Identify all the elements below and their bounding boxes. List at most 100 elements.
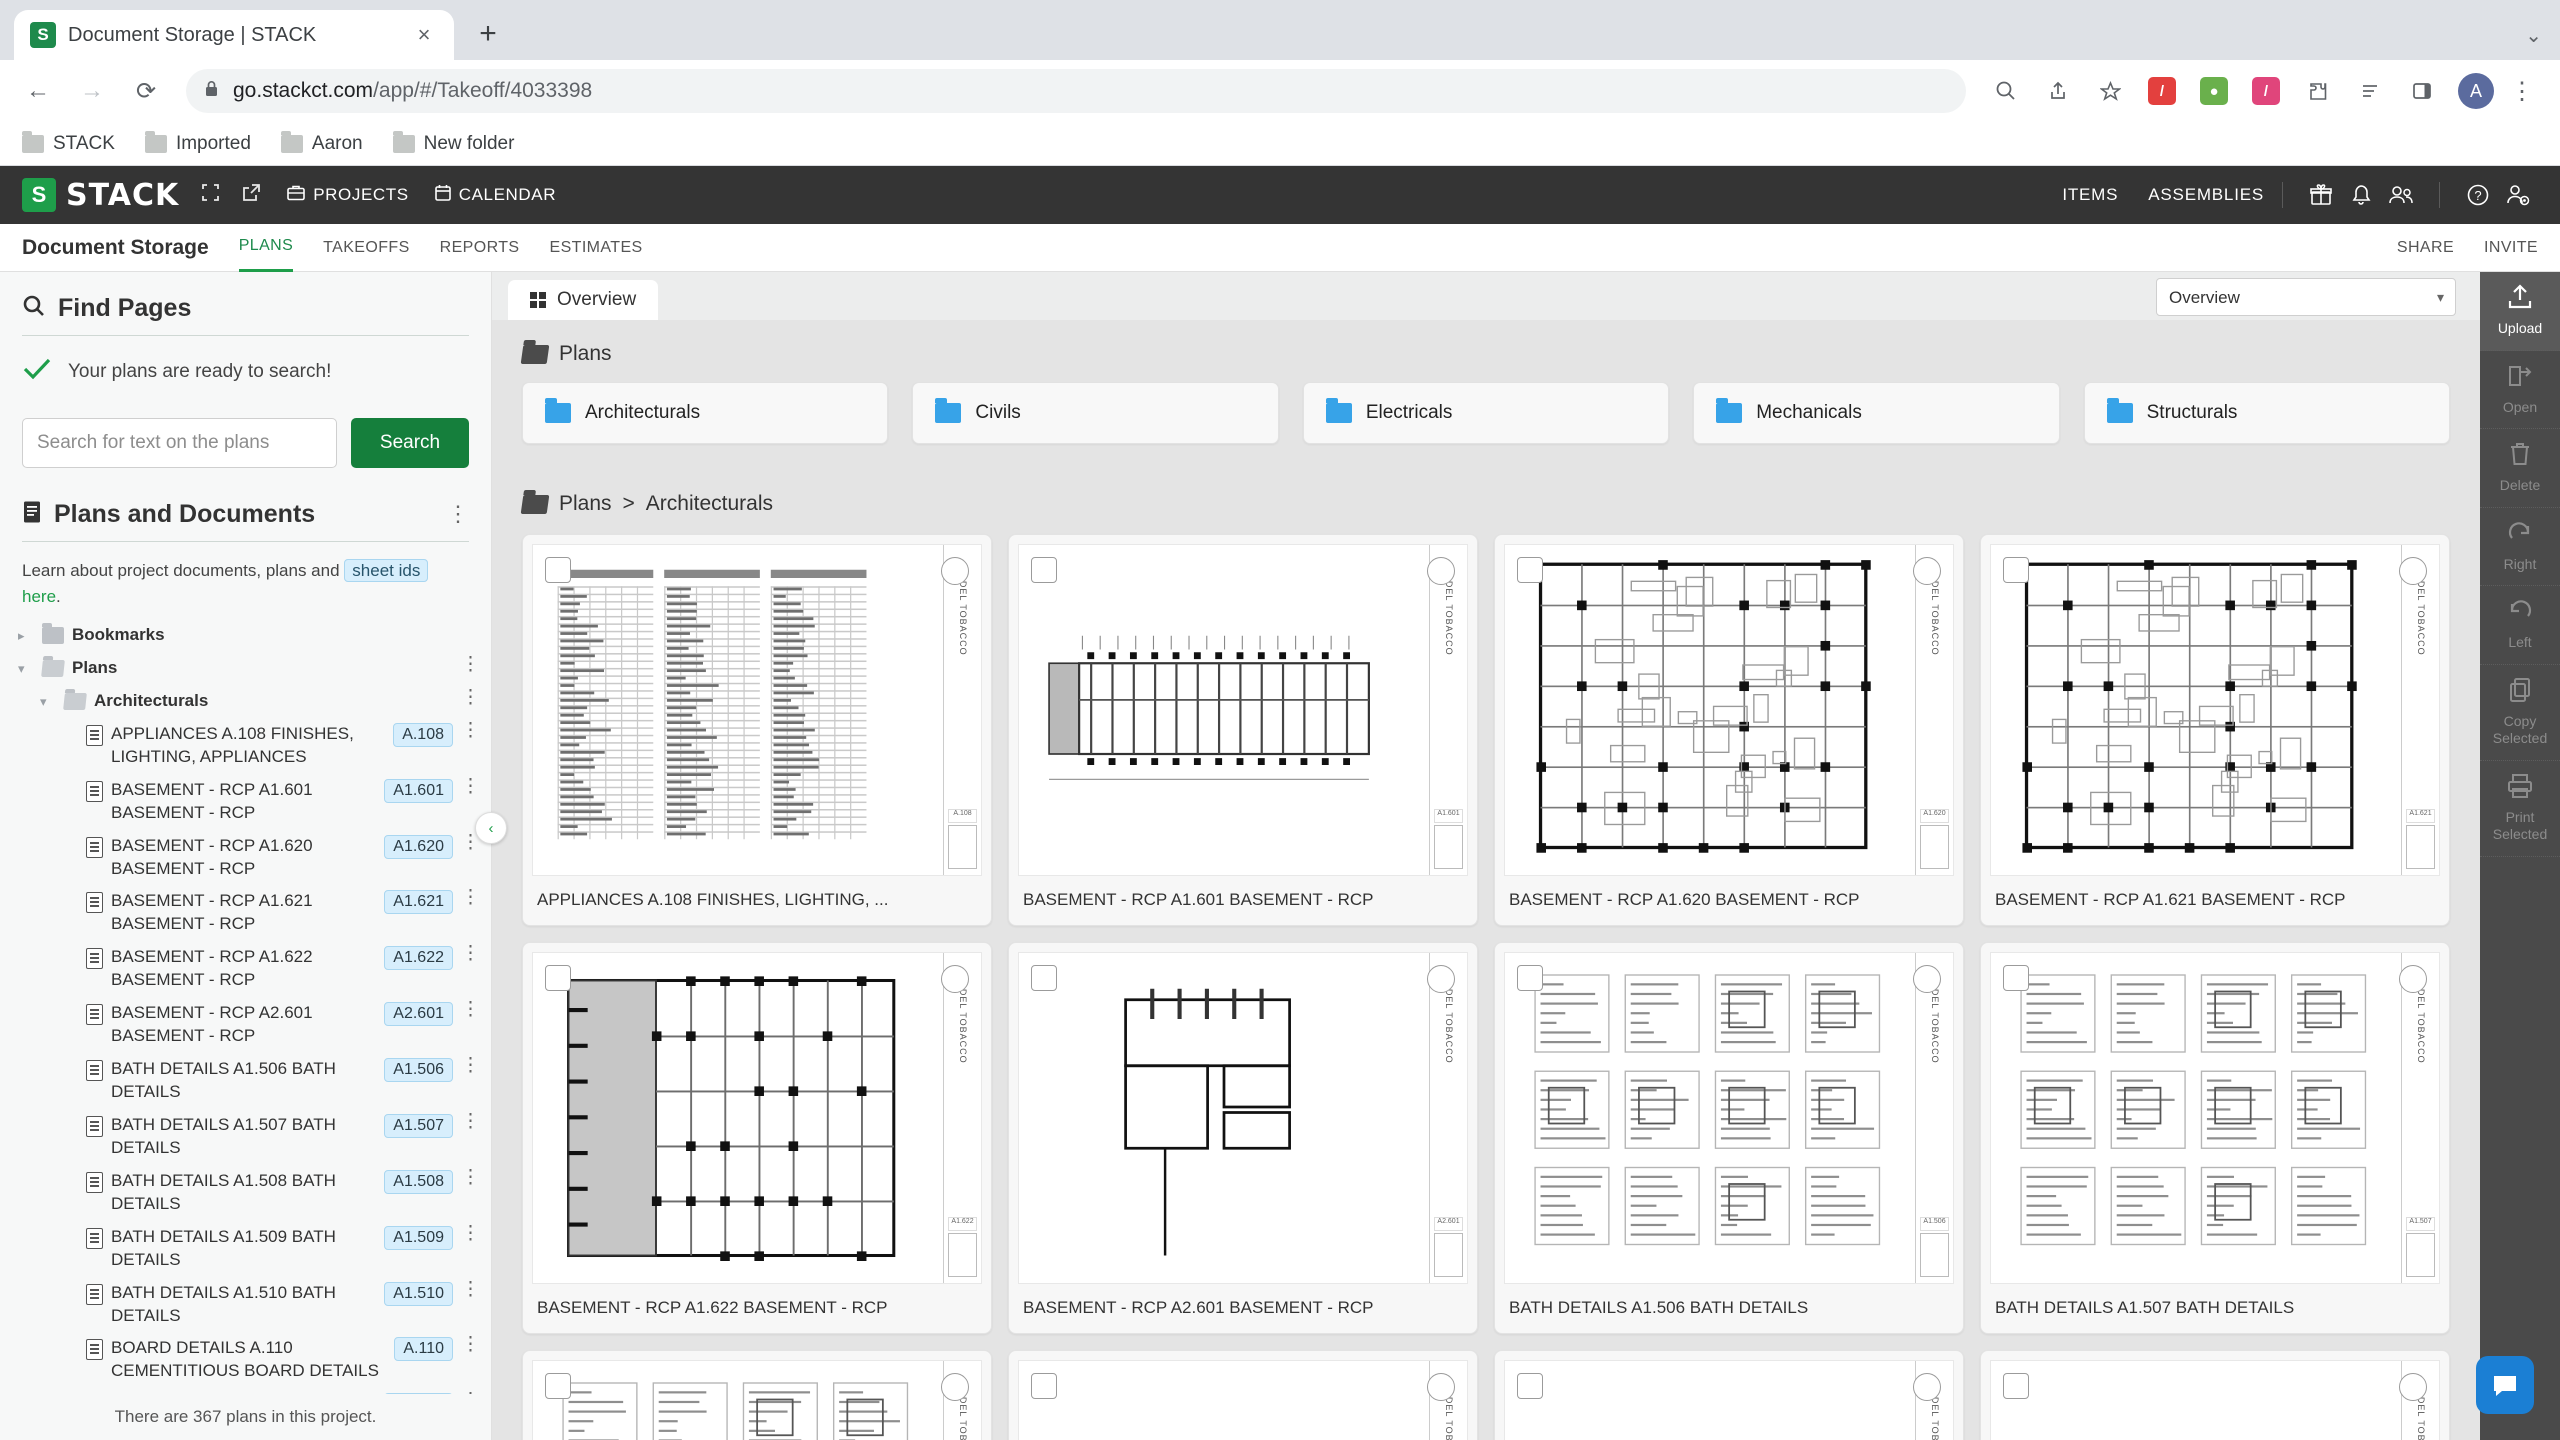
plan-thumbnail[interactable]: MODEL TOBACCO A1.621 [1990,544,2440,876]
tree-item-menu-icon[interactable]: ⋮ [461,776,480,796]
folder-card-civils[interactable]: Civils [912,382,1279,444]
tree-item-menu-icon[interactable]: ⋮ [461,721,480,741]
share-icon[interactable] [2034,67,2082,115]
tree-item-menu-icon[interactable]: ⋮ [461,655,480,675]
plan-thumbnail[interactable]: MODEL TOBACCO A1.601 [1018,544,1468,876]
tree-item-menu-icon[interactable]: ⋮ [461,1168,480,1188]
plan-card[interactable]: MODEL TOBACCO A2.601 BASEMENT - RCP A2.601… [1008,942,1478,1334]
plan-card[interactable]: MODEL TOBACCO A1.507 BATH DETAILS A1.507 B… [1980,942,2450,1334]
puzzle-extensions-icon[interactable] [2294,67,2342,115]
chevron-right-icon[interactable] [18,624,34,644]
view-select[interactable]: Overview [2156,278,2456,316]
tree-item-menu-icon[interactable]: ⋮ [461,688,480,708]
invite-button[interactable]: INVITE [2484,239,2538,257]
folder-card-architecturals[interactable]: Architecturals [522,382,889,444]
plan-card[interactable]: MODEL TOBACCO A1.620 BASEMENT - RCP A1.620… [1494,534,1964,926]
plan-card[interactable]: MODEL TOBACCO [1980,1350,2450,1440]
bookmark-imported[interactable]: Imported [144,130,251,155]
plan-thumbnail[interactable]: MODEL TOBACCO A1.507 [1990,952,2440,1284]
plan-thumbnail[interactable]: MODEL TOBACCO [1504,1360,1954,1440]
address-bar[interactable]: go.stackct.com/app/#/Takeoff/4033398 [186,69,1966,113]
plan-select-checkbox[interactable] [1031,557,1057,583]
tree-item-document[interactable]: APPLIANCES A.108 FINISHES, LIGHTING, APP… [18,718,481,774]
tree-item-document[interactable]: BASEMENT - RCP A2.601 BASEMENT - RCP A2.6… [18,997,481,1053]
plan-card[interactable]: MODEL TOBACCO A1.601 BASEMENT - RCP A1.601… [1008,534,1478,926]
search-input[interactable] [22,418,337,468]
plan-card[interactable]: MODEL TOBACCO A1.506 BATH DETAILS A1.506 B… [1494,942,1964,1334]
tree-item-menu-icon[interactable]: ⋮ [461,1056,480,1076]
tree-item-folder[interactable]: Architecturals ⋮ [18,685,481,718]
browser-tab[interactable]: S Document Storage | STACK × [14,10,454,60]
plan-card[interactable]: MODEL TOBACCO [522,1350,992,1440]
help-icon[interactable]: ? [2458,175,2498,215]
tree-item-menu-icon[interactable]: ⋮ [461,832,480,852]
bookmark-new-folder[interactable]: New folder [392,130,514,155]
folder-card-mechanicals[interactable]: Mechanicals [1693,382,2060,444]
avatar[interactable]: A [2458,73,2494,109]
plan-select-checkbox[interactable] [2003,1373,2029,1399]
people-icon[interactable] [2381,175,2421,215]
nav-items[interactable]: ITEMS [2062,185,2118,205]
tab-overview[interactable]: Overview [508,280,659,320]
plan-thumbnail[interactable]: MODEL TOBACCO [532,1360,982,1440]
tree-item-document[interactable]: BATH DETAILS A1.508 BATH DETAILS A1.508 ⋮ [18,1165,481,1221]
reload-icon[interactable]: ⟳ [122,67,170,115]
tree-item-document[interactable]: BASEMENT - RCP A1.621 BASEMENT - RCP A1.6… [18,885,481,941]
tree-item-document[interactable]: BATH DETAILS A1.506 BATH DETAILS A1.506 ⋮ [18,1053,481,1109]
plan-select-checkbox[interactable] [1517,557,1543,583]
extension-pink-icon[interactable]: / [2242,67,2290,115]
chevron-down-icon[interactable] [18,657,34,677]
rail-copy-selected-button[interactable]: Copy Selected [2480,665,2560,761]
tab-takeoffs[interactable]: TAKEOFFS [323,224,409,272]
chat-icon[interactable] [2476,1356,2534,1414]
plan-thumbnail[interactable]: MODEL TOBACCO A1.506 [1504,952,1954,1284]
share-button[interactable]: SHARE [2397,239,2454,257]
nav-assemblies[interactable]: ASSEMBLIES [2148,185,2264,205]
learn-here-link[interactable]: here [22,587,56,606]
rail-upload-button[interactable]: Upload [2480,272,2560,351]
plan-more-icon[interactable] [1913,1373,1941,1401]
rail-delete-button[interactable]: Delete [2480,429,2560,508]
plan-card[interactable]: MODEL TOBACCO [1008,1350,1478,1440]
bookmark-stack[interactable]: STACK [22,130,115,155]
tree-item-menu-icon[interactable]: ⋮ [461,1112,480,1132]
rail-right-button[interactable]: Right [2480,508,2560,586]
folder-card-structurals[interactable]: Structurals [2083,382,2451,444]
bookmark-star-icon[interactable] [2086,67,2134,115]
tree-item-folder[interactable]: Bookmarks [18,619,481,652]
plan-select-checkbox[interactable] [1031,1373,1057,1399]
tab-plans[interactable]: PLANS [238,224,294,272]
extension-red-icon[interactable]: / [2138,67,2186,115]
plan-select-checkbox[interactable] [545,965,571,991]
chevron-down-icon[interactable]: ⌄ [2525,23,2542,48]
tree-item-document[interactable]: BATH DETAILS A1.510 BATH DETAILS A1.510 ⋮ [18,1277,481,1333]
search-icon[interactable] [1982,67,2030,115]
plan-more-icon[interactable] [941,557,969,585]
gift-icon[interactable] [2301,175,2341,215]
plan-thumbnail[interactable]: MODEL TOBACCO A1.620 [1504,544,1954,876]
plan-more-icon[interactable] [2399,1373,2427,1401]
plan-thumbnail[interactable]: MODEL TOBACCO A1.622 [532,952,982,1284]
bookmark-aaron[interactable]: Aaron [280,130,363,155]
tree-item-menu-icon[interactable]: ⋮ [461,944,480,964]
close-icon[interactable]: × [410,22,438,48]
reading-list-icon[interactable] [2346,67,2394,115]
plan-card[interactable]: MODEL TOBACCO A.108 APPLIANCES A.108 FINIS… [522,534,992,926]
plan-more-icon[interactable] [2399,965,2427,993]
plan-card[interactable]: MODEL TOBACCO [1494,1350,1964,1440]
tree-item-menu-icon[interactable]: ⋮ [461,888,480,908]
extension-green-icon[interactable]: ● [2190,67,2238,115]
tree-item-document[interactable]: BOARD DETAILS A.110 CEMENTITIOUS BOARD D… [18,1332,481,1388]
nav-calendar[interactable]: CALENDAR [434,184,556,206]
plan-select-checkbox[interactable] [545,1373,571,1399]
plan-select-checkbox[interactable] [1031,965,1057,991]
breadcrumb-root[interactable]: Plans [559,492,612,516]
folder-card-electricals[interactable]: Electricals [1302,382,1670,444]
plan-thumbnail[interactable]: MODEL TOBACCO A.108 [532,544,982,876]
plan-more-icon[interactable] [1913,557,1941,585]
tree-item-document[interactable]: BASEMENT - RCP A1.601 BASEMENT - RCP A1.6… [18,774,481,830]
tree-item-document[interactable]: BATH DETAILS A1.507 BATH DETAILS A1.507 ⋮ [18,1109,481,1165]
plan-more-icon[interactable] [1427,557,1455,585]
tree-item-menu-icon[interactable]: ⋮ [461,1335,480,1355]
expand-icon[interactable] [201,183,220,208]
